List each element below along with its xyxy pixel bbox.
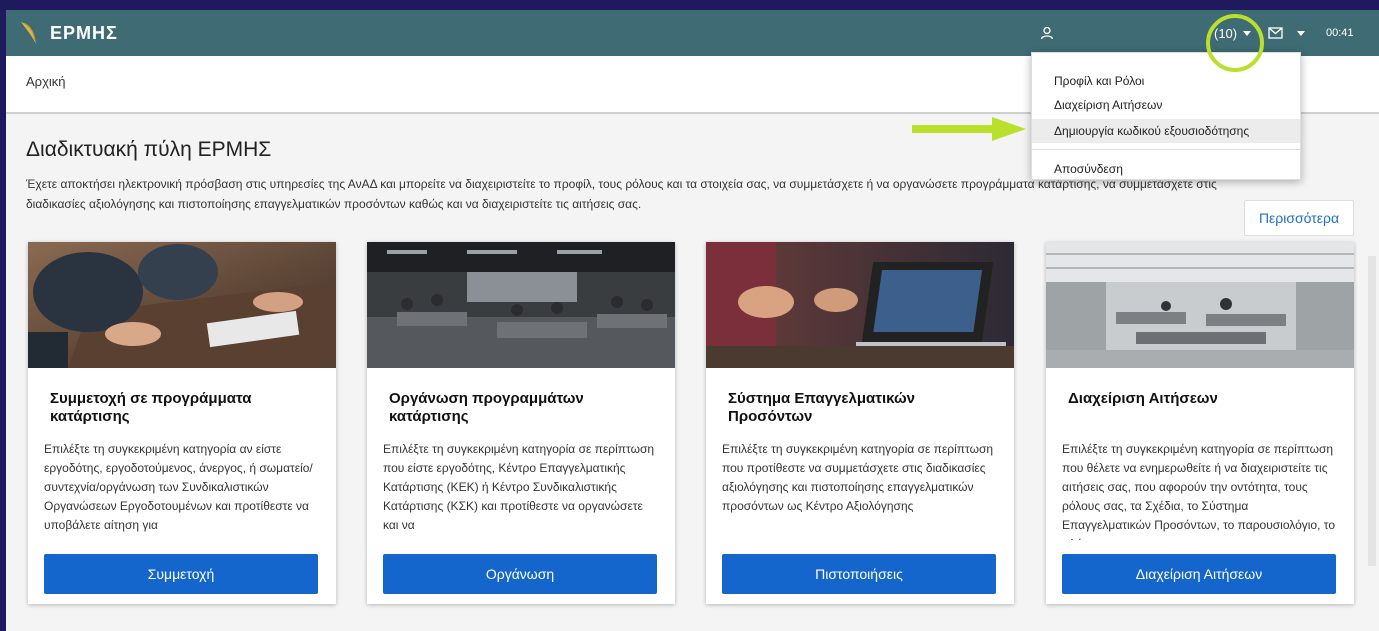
menu-divider	[1032, 149, 1300, 150]
card-training-organization: Οργάνωση προγραμμάτων κατάρτισης Επιλέξτ…	[367, 242, 675, 604]
mail-icon	[1268, 27, 1283, 39]
classroom-photo-icon	[367, 242, 675, 368]
browser-screen: ΕΡΜΗΣ (10) 00:41 Αρχική Διαδικτυακή πύλη…	[6, 10, 1379, 631]
card-description: Επιλέξτε τη συγκεκριμένη κατηγορία αν εί…	[44, 442, 313, 532]
breadcrumb-home[interactable]: Αρχική	[26, 74, 66, 89]
organization-button[interactable]: Οργάνωση	[383, 554, 657, 594]
meeting-photo-icon	[28, 242, 336, 368]
participation-button[interactable]: Συμμετοχή	[44, 554, 318, 594]
card-title: Συμμετοχή σε προγράμματα κατάρτισης	[50, 390, 252, 425]
mail-dropdown[interactable]	[1268, 22, 1305, 44]
app-name: ΕΡΜΗΣ	[50, 22, 118, 43]
chevron-down-icon	[1297, 30, 1305, 36]
laptop-photo-icon	[706, 242, 1014, 368]
annotation-arrow-icon	[912, 117, 1026, 141]
card-description: Επιλέξτε τη συγκεκριμένη κατηγορία σε πε…	[722, 442, 994, 513]
page-title: Διαδικτυακή πύλη ΕΡΜΗΣ	[26, 138, 272, 161]
hermes-feather-logo-icon	[21, 22, 36, 44]
card-description: Επιλέξτε τη συγκεκριμένη κατηγορία σε πε…	[1062, 442, 1336, 540]
card-image-classroom	[367, 242, 675, 368]
main-content: Διαδικτυακή πύλη ΕΡΜΗΣ Έχετε αποκτήσει η…	[6, 116, 1379, 631]
card-training-participation: Συμμετοχή σε προγράμματα κατάρτισης Επιλ…	[28, 242, 336, 604]
user-menu-toggle[interactable]	[1040, 22, 1054, 44]
card-title: Διαχείριση Αιτήσεων	[1068, 390, 1218, 407]
certifications-button[interactable]: Πιστοποιήσεις	[722, 554, 996, 594]
menu-item-create-auth-code[interactable]: Δημιουργία κωδικού εξουσιοδότησης	[1032, 119, 1300, 143]
app-logo[interactable]: ΕΡΜΗΣ	[18, 18, 118, 48]
applications-management-button[interactable]: Διαχείριση Αιτήσεων	[1062, 554, 1336, 594]
more-button[interactable]: Περισσότερα	[1244, 200, 1354, 236]
office-photo-icon	[1046, 242, 1354, 368]
user-dropdown-menu: Προφίλ και Ρόλοι Διαχείριση Αιτήσεων Δημ…	[1031, 52, 1301, 180]
annotation-highlight-circle	[1206, 14, 1264, 72]
card-image-laptop	[706, 242, 1014, 368]
card-professional-qualifications: Σύστημα Επαγγελματικών Προσόντων Επιλέξτ…	[706, 242, 1014, 604]
card-image-office	[1046, 242, 1354, 368]
card-applications-management: Διαχείριση Αιτήσεων Επιλέξτε τη συγκεκρι…	[1046, 242, 1354, 604]
page-scrollbar[interactable]	[1368, 256, 1376, 566]
menu-item-applications[interactable]: Διαχείριση Αιτήσεων	[1032, 93, 1300, 117]
card-title: Σύστημα Επαγγελματικών Προσόντων	[728, 390, 915, 425]
menu-item-logout[interactable]: Αποσύνδεση	[1032, 157, 1300, 181]
card-description: Επιλέξτε τη συγκεκριμένη κατηγορία σε πε…	[383, 442, 655, 532]
session-timer: 00:41	[1326, 27, 1354, 39]
user-icon	[1040, 26, 1054, 40]
card-title: Οργάνωση προγραμμάτων κατάρτισης	[389, 390, 584, 425]
top-navigation-bar: ΕΡΜΗΣ (10) 00:41	[6, 10, 1379, 56]
card-image-meeting	[28, 242, 336, 368]
menu-item-profile-roles[interactable]: Προφίλ και Ρόλοι	[1032, 69, 1300, 93]
